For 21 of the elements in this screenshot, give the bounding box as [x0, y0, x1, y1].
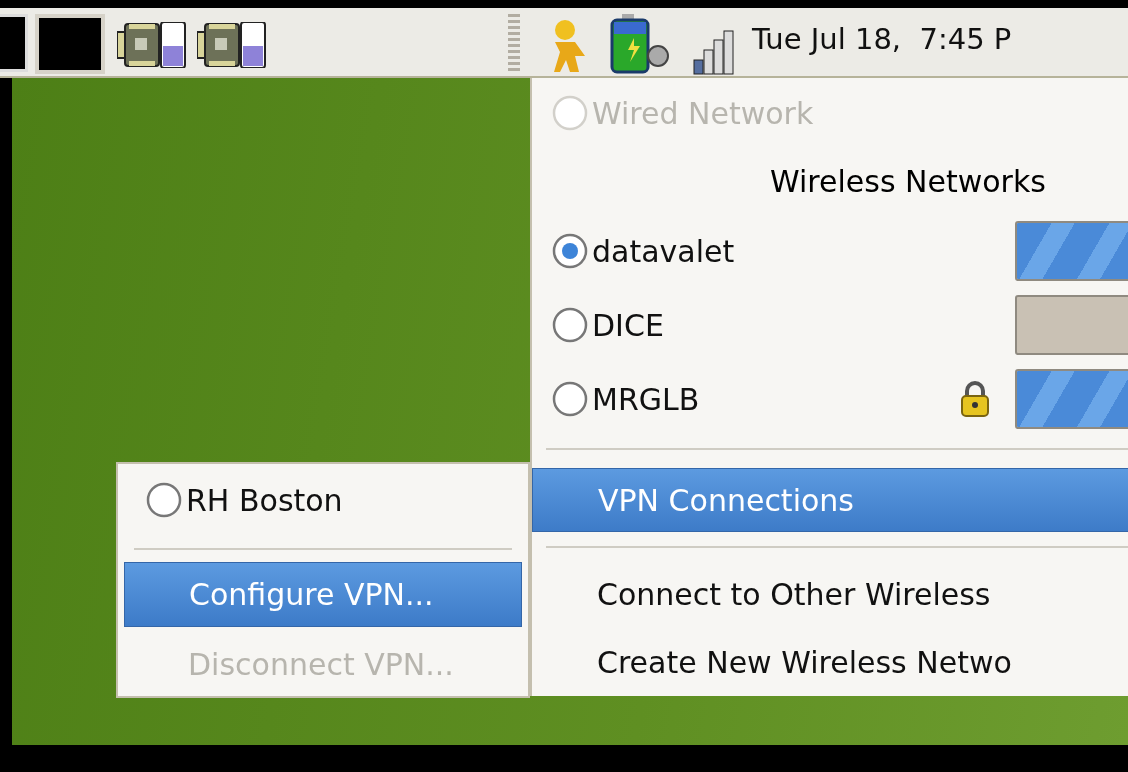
signal-icon[interactable] [692, 30, 736, 76]
cpu-monitor-icon[interactable] [197, 22, 269, 68]
workspace-switcher[interactable] [0, 14, 28, 72]
battery-icon[interactable] [608, 14, 672, 74]
menu-item[interactable]: VPN Connections [532, 468, 1128, 532]
workspace-switcher[interactable] [35, 14, 105, 74]
radio-button[interactable] [552, 381, 588, 417]
cpu-monitor-icon[interactable] [117, 22, 189, 68]
panel-handle[interactable] [508, 14, 520, 72]
section-header: Wireless Networks [770, 163, 1046, 199]
network-item[interactable]: DICE [532, 288, 1128, 362]
radio-button[interactable] [552, 233, 588, 269]
radio-button[interactable] [552, 307, 588, 343]
menu-item[interactable]: Create New Wireless Netwo [532, 628, 1128, 696]
network-item[interactable]: MRGLB [532, 362, 1128, 436]
radio-button[interactable] [146, 482, 182, 518]
clock[interactable]: Tue Jul 18, 7:45 P [752, 22, 1012, 56]
menu-item[interactable]: RH Boston [118, 464, 528, 536]
network-item[interactable]: datavalet [532, 214, 1128, 288]
menu-item[interactable]: Configure VPN... [124, 562, 522, 627]
menu-item[interactable]: Connect to Other Wireless [532, 560, 1128, 628]
